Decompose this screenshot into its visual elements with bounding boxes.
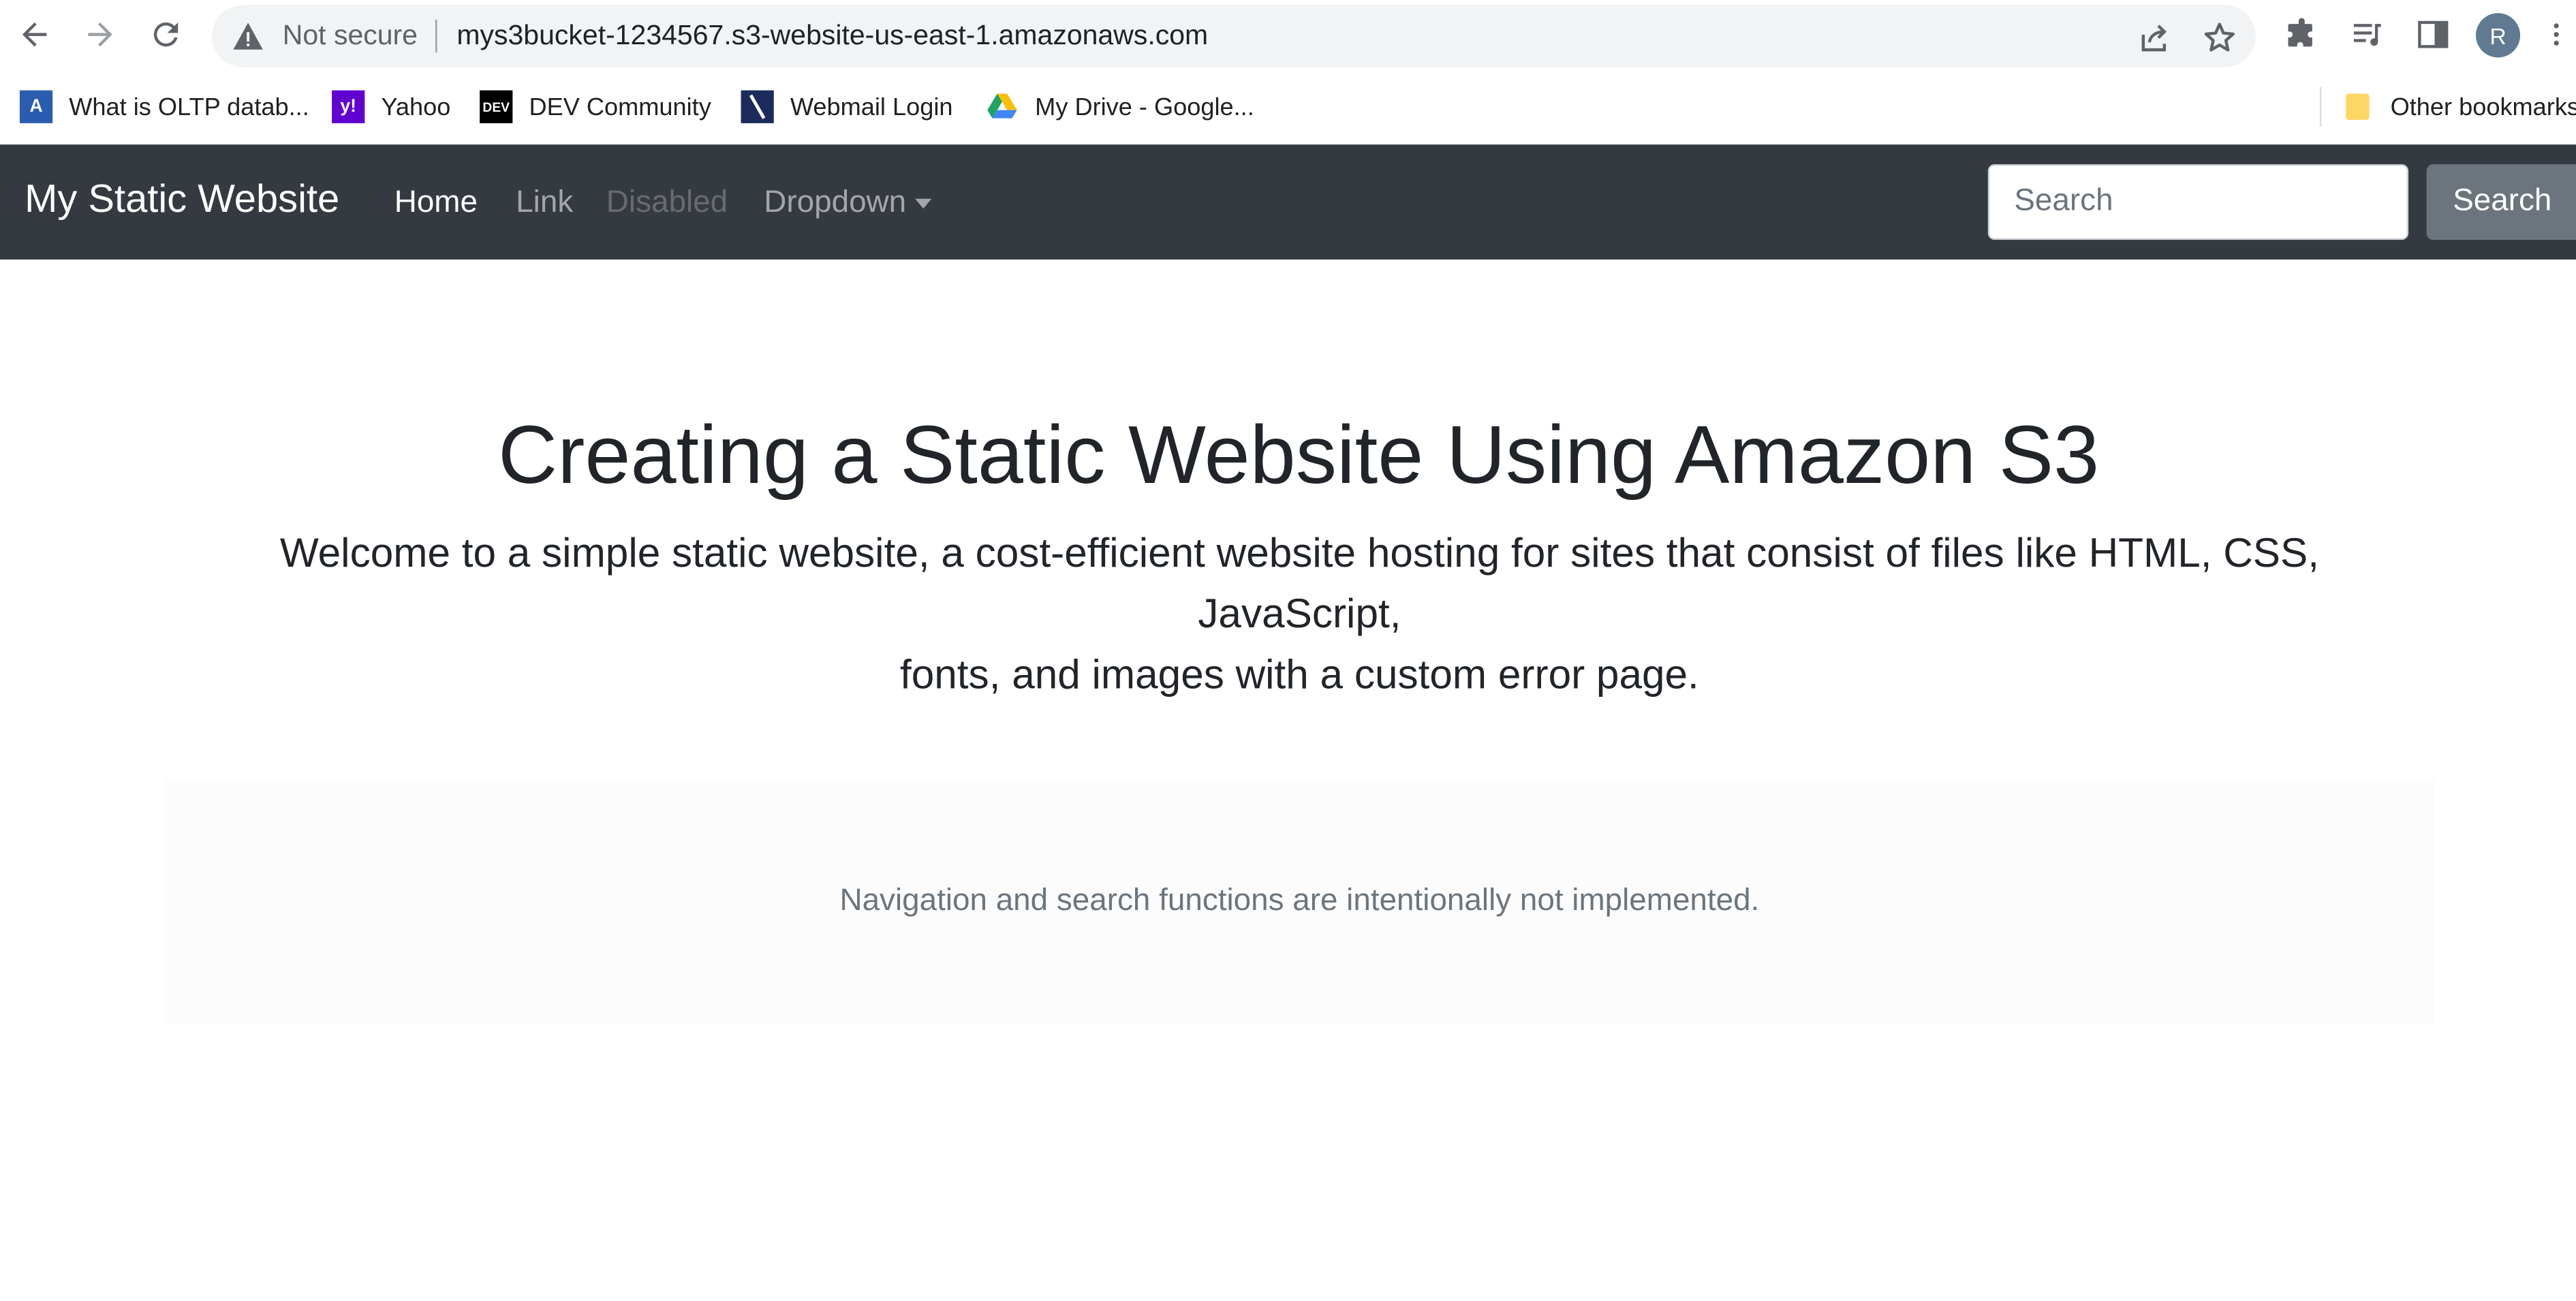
bookmark-webmail[interactable]: Webmail Login [741, 89, 952, 125]
address-bar[interactable]: Not secure mys3bucket-1234567.s3-website… [212, 5, 2256, 67]
back-arrow-icon [22, 22, 47, 47]
warning-icon[interactable] [232, 21, 264, 50]
forward-arrow-icon [88, 22, 112, 47]
a-icon: A [19, 90, 53, 123]
dev-icon: DEV [480, 90, 513, 123]
security-label[interactable]: Not secure [283, 20, 418, 52]
reload-button[interactable] [144, 13, 187, 56]
forward-button[interactable] [79, 13, 122, 56]
bookmark-oltp[interactable]: A What is OLTP datab... [19, 89, 309, 125]
menu-kebab-icon[interactable] [2547, 15, 2566, 54]
url-text[interactable]: mys3bucket-1234567.s3-website-us-east-1.… [456, 20, 1208, 52]
search-button[interactable]: Search [2426, 164, 2576, 240]
search-input[interactable] [1987, 164, 2409, 240]
lead-line-1: Welcome to a simple static website, a co… [279, 530, 2319, 638]
nav-dropdown-label: Dropdown [764, 185, 907, 221]
bookmarks-bar: A What is OLTP datab... y! Yahoo DEV DEV… [0, 72, 2576, 145]
bookmark-yahoo[interactable]: y! Yahoo [332, 89, 450, 125]
site-brand[interactable]: My Static Website [25, 177, 339, 223]
caret-down-icon [914, 198, 931, 209]
page-title: Creating a Static Website Using Amazon S… [498, 409, 2100, 501]
bookmark-google-drive[interactable]: My Drive - Google... [986, 89, 1254, 125]
folder-icon [2341, 91, 2374, 123]
notice-text: Navigation and search functions are inte… [839, 883, 1760, 918]
share-icon[interactable] [2136, 20, 2172, 56]
notice-panel: Navigation and search functions are inte… [164, 779, 2435, 1025]
page-lead: Welcome to a simple static website, a co… [255, 524, 2344, 706]
site-navbar: My Static Website Home Link Disabled Dro… [0, 144, 2576, 260]
bookmark-star-icon[interactable] [2201, 20, 2237, 56]
nav-link-disabled: Disabled [606, 185, 728, 221]
profile-avatar[interactable]: R [2475, 13, 2521, 58]
bookmark-dev-community[interactable]: DEV DEV Community [480, 89, 711, 125]
lead-line-2: fonts, and images with a custom error pa… [899, 652, 1699, 698]
media-control-icon[interactable] [2348, 15, 2387, 54]
yahoo-icon: y! [332, 90, 365, 123]
extensions-icon[interactable] [2282, 15, 2321, 54]
nav-link-link[interactable]: Link [516, 185, 573, 221]
side-panel-icon[interactable] [2413, 15, 2453, 54]
reload-icon [153, 22, 179, 47]
browser-toolbar: Not secure mys3bucket-1234567.s3-website… [0, 0, 2576, 73]
google-drive-icon [986, 91, 1019, 123]
address-separator [435, 19, 437, 53]
back-button[interactable] [13, 13, 56, 56]
nav-dropdown[interactable]: Dropdown [764, 185, 931, 221]
bookmarks-divider [2319, 87, 2322, 127]
other-bookmarks[interactable]: Other bookmarks [2341, 89, 2576, 125]
browser-window: Not secure mys3bucket-1234567.s3-website… [0, 0, 2576, 1301]
nav-link-home[interactable]: Home [394, 185, 478, 221]
webmail-icon [741, 90, 774, 123]
